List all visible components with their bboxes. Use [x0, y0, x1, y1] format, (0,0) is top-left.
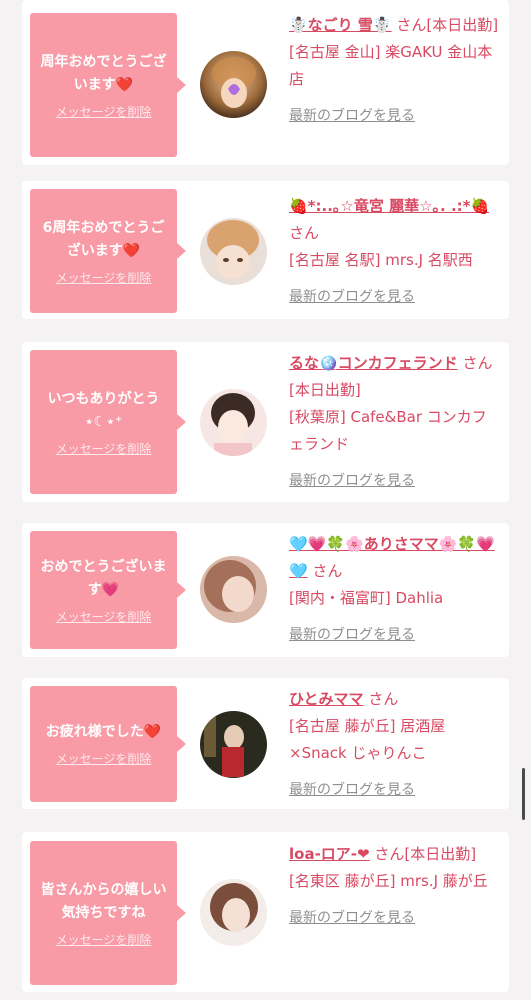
- delete-message-link[interactable]: メッセージを削除: [56, 440, 152, 457]
- latest-blog-link[interactable]: 最新のブログを見る: [289, 905, 501, 932]
- honorific: さん: [289, 224, 320, 242]
- latest-blog-link[interactable]: 最新のブログを見る: [289, 103, 501, 130]
- heart-icon: ❤️: [115, 76, 134, 93]
- message-text: お疲れ様でした❤️: [45, 724, 162, 740]
- honorific: さん: [374, 845, 405, 863]
- message-card: いつもありがとう ⋆☾⋆⁺ メッセージを削除 るな🪩コンカフェランド さん [本日出…: [22, 342, 509, 502]
- sender-name-link[interactable]: loa-ロア-❤: [289, 845, 370, 863]
- delete-message-link[interactable]: メッセージを削除: [56, 750, 152, 767]
- sender-info: 🍓*:..｡☆竜宮 麗華☆｡. .:*🍓 さん [名古屋 名駅] mrs.J 名…: [289, 193, 501, 311]
- sender-info: ひとみママ さん [名古屋 藤が丘] 居酒屋×Snack じゃりんこ 最新のブロ…: [289, 686, 501, 804]
- message-bubble: いつもありがとう ⋆☾⋆⁺ メッセージを削除: [30, 350, 186, 494]
- sender-name-link[interactable]: るな🪩コンカフェランド: [289, 354, 458, 372]
- sender-info: 🩵💗🍀🌸ありさママ🌸🍀💗🩵 さん [関内・福富町] Dahlia 最新のブログを…: [289, 531, 501, 649]
- status-text: [本日出勤]: [404, 845, 477, 863]
- delete-message-link[interactable]: メッセージを削除: [56, 103, 152, 120]
- location-text: [秋葉原] Cafe&Bar コンカフェランド: [289, 408, 487, 453]
- location-text: [関内・福富町] Dahlia: [289, 589, 444, 607]
- sender-name-link[interactable]: ☃️なごり 雪☃️: [289, 16, 392, 34]
- avatar[interactable]: [200, 711, 267, 778]
- latest-blog-link[interactable]: 最新のブログを見る: [289, 284, 501, 311]
- message-bubble: おめでとうございます💗 メッセージを削除: [30, 531, 186, 649]
- sender-info: るな🪩コンカフェランド さん [本日出勤] [秋葉原] Cafe&Bar コンカフ…: [289, 350, 501, 495]
- message-bubble: お疲れ様でした❤️ メッセージを削除: [30, 686, 186, 802]
- latest-blog-link[interactable]: 最新のブログを見る: [289, 622, 501, 649]
- scrollbar[interactable]: [522, 768, 525, 820]
- honorific: さん: [462, 354, 493, 372]
- honorific: さん: [368, 690, 399, 708]
- message-text: 6周年おめでとうございます❤️: [42, 219, 165, 259]
- message-card: 皆さんからの嬉しい気持ちですね メッセージを削除 loa-ロア-❤ さん[本日出…: [22, 832, 509, 992]
- message-bubble: 皆さんからの嬉しい気持ちですね メッセージを削除: [30, 841, 186, 985]
- delete-message-link[interactable]: メッセージを削除: [56, 608, 152, 625]
- message-card: お疲れ様でした❤️ メッセージを削除 ひとみママ さん [名古屋 藤が丘] 居酒…: [22, 678, 509, 809]
- delete-message-link[interactable]: メッセージを削除: [56, 931, 152, 948]
- sender-name-link[interactable]: 🍓*:..｡☆竜宮 麗華☆｡. .:*🍓: [289, 197, 489, 215]
- location-text: [名古屋 名駅] mrs.J 名駅西: [289, 251, 473, 269]
- message-text: 周年おめでとうございます❤️: [40, 53, 167, 93]
- delete-message-link[interactable]: メッセージを削除: [56, 269, 152, 286]
- heart-icon: ❤️: [122, 242, 141, 259]
- sender-info: loa-ロア-❤ さん[本日出勤] [名東区 藤が丘] mrs.J 藤が丘 最新…: [289, 841, 501, 932]
- message-text: 皆さんからの嬉しい気持ちですね: [40, 881, 167, 921]
- avatar[interactable]: [200, 389, 267, 456]
- message-bubble: 周年おめでとうございます❤️ メッセージを削除: [30, 13, 186, 157]
- avatar[interactable]: [200, 51, 267, 118]
- status-text: [本日出勤]: [289, 381, 361, 399]
- latest-blog-link[interactable]: 最新のブログを見る: [289, 468, 501, 495]
- message-card: 周年おめでとうございます❤️ メッセージを削除 ☃️なごり 雪☃️ さん[本日出…: [22, 0, 509, 165]
- message-card: おめでとうございます💗 メッセージを削除 🩵💗🍀🌸ありさママ🌸🍀💗🩵 さん [関…: [22, 523, 509, 657]
- location-text: [名古屋 藤が丘] 居酒屋×Snack じゃりんこ: [289, 717, 446, 762]
- moon-sparkle-icon: ⋆☾⋆⁺: [84, 413, 123, 430]
- message-card: 6周年おめでとうございます❤️ メッセージを削除 🍓*:..｡☆竜宮 麗華☆｡.…: [22, 181, 509, 319]
- avatar[interactable]: [200, 218, 267, 285]
- avatar[interactable]: [200, 556, 267, 623]
- location-text: [名古屋 金山] 楽GAKU 金山本店: [289, 43, 493, 88]
- sender-info: ☃️なごり 雪☃️ さん[本日出勤] [名古屋 金山] 楽GAKU 金山本店 最…: [289, 12, 501, 130]
- sender-name-link[interactable]: ひとみママ: [289, 690, 364, 708]
- message-bubble: 6周年おめでとうございます❤️ メッセージを削除: [30, 189, 186, 313]
- honorific: さん: [312, 562, 343, 580]
- location-text: [名東区 藤が丘] mrs.J 藤が丘: [289, 872, 488, 890]
- status-text: [本日出勤]: [426, 16, 499, 34]
- pink-heart-icon: 💗: [101, 581, 120, 598]
- message-text: おめでとうございます💗: [40, 558, 167, 598]
- message-text: いつもありがとう ⋆☾⋆⁺: [47, 390, 160, 430]
- latest-blog-link[interactable]: 最新のブログを見る: [289, 777, 501, 804]
- honorific: さん: [396, 16, 427, 34]
- heart-icon: ❤️: [143, 724, 162, 740]
- avatar[interactable]: [200, 879, 267, 946]
